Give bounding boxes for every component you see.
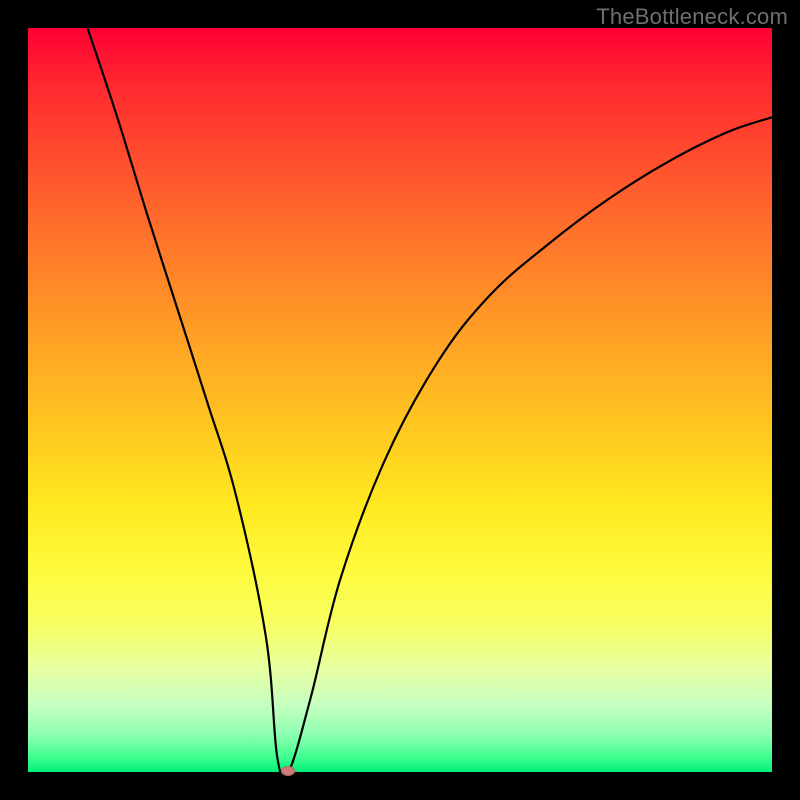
curve-svg — [28, 28, 772, 772]
chart-plot-area — [28, 28, 772, 772]
bottleneck-curve — [88, 28, 772, 772]
minimum-marker — [281, 766, 295, 776]
watermark-text: TheBottleneck.com — [596, 4, 788, 30]
chart-frame: TheBottleneck.com — [0, 0, 800, 800]
